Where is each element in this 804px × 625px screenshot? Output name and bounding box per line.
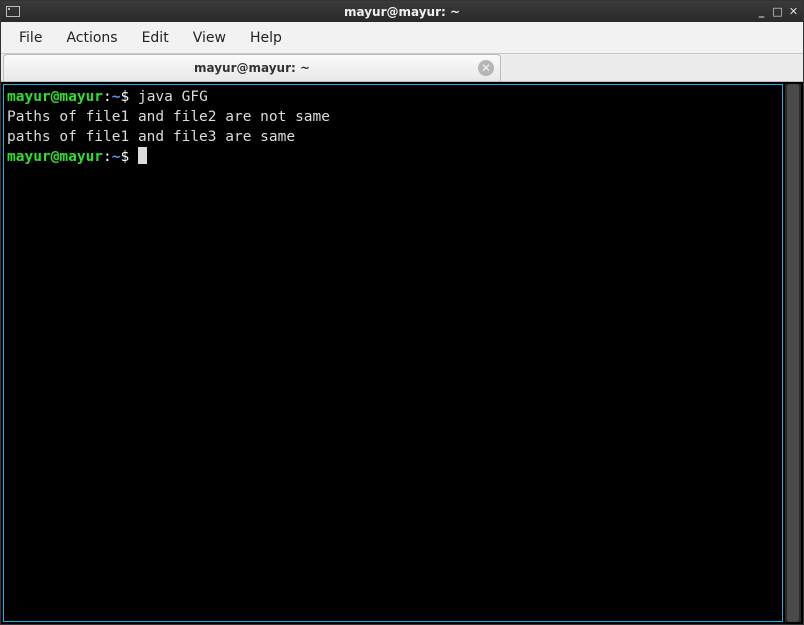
terminal-line: paths of file1 and file3 are same xyxy=(7,127,779,147)
menubar: File Actions Edit View Help xyxy=(1,22,803,54)
tab-label: mayur@mayur: ~ xyxy=(194,61,310,75)
scrollbar-thumb[interactable] xyxy=(787,84,799,622)
menu-view[interactable]: View xyxy=(181,24,238,52)
prompt-dollar: $ xyxy=(121,149,138,165)
tab-close-icon[interactable]: ✕ xyxy=(478,60,494,76)
terminal-line: Paths of file1 and file2 are not same xyxy=(7,107,779,127)
maximize-button[interactable]: □ xyxy=(772,6,783,17)
tab-terminal-1[interactable]: mayur@mayur: ~ ✕ xyxy=(3,54,501,81)
menu-file[interactable]: File xyxy=(7,24,54,52)
prompt-path: ~ xyxy=(112,89,121,105)
menu-edit[interactable]: Edit xyxy=(130,24,181,52)
terminal-line: mayur@mayur:~$ xyxy=(7,147,779,167)
output-text: paths of file1 and file3 are same xyxy=(7,129,295,145)
minimize-button[interactable]: _ xyxy=(756,6,767,17)
window-title: mayur@mayur: ~ xyxy=(344,5,460,19)
menu-actions[interactable]: Actions xyxy=(54,24,129,52)
prompt-user: mayur@mayur xyxy=(7,149,103,165)
close-button[interactable]: ✕ xyxy=(788,6,799,17)
terminal-icon xyxy=(6,6,20,17)
terminal-container: mayur@mayur:~$ java GFGPaths of file1 an… xyxy=(1,82,803,624)
titlebar[interactable]: mayur@mayur: ~ _ □ ✕ xyxy=(1,1,803,22)
prompt-path: ~ xyxy=(112,149,121,165)
tabbar: mayur@mayur: ~ ✕ xyxy=(1,54,803,82)
prompt-separator: : xyxy=(103,89,112,105)
command-text: java GFG xyxy=(138,89,208,105)
cursor xyxy=(138,147,147,164)
prompt-separator: : xyxy=(103,149,112,165)
terminal-output[interactable]: mayur@mayur:~$ java GFGPaths of file1 an… xyxy=(3,84,783,622)
terminal-window: mayur@mayur: ~ _ □ ✕ File Actions Edit V… xyxy=(0,0,804,625)
window-controls: _ □ ✕ xyxy=(756,6,799,17)
prompt-dollar: $ xyxy=(121,89,138,105)
scrollbar[interactable] xyxy=(785,84,801,622)
menu-help[interactable]: Help xyxy=(238,24,294,52)
terminal-line: mayur@mayur:~$ java GFG xyxy=(7,87,779,107)
output-text: Paths of file1 and file2 are not same xyxy=(7,109,330,125)
prompt-user: mayur@mayur xyxy=(7,89,103,105)
